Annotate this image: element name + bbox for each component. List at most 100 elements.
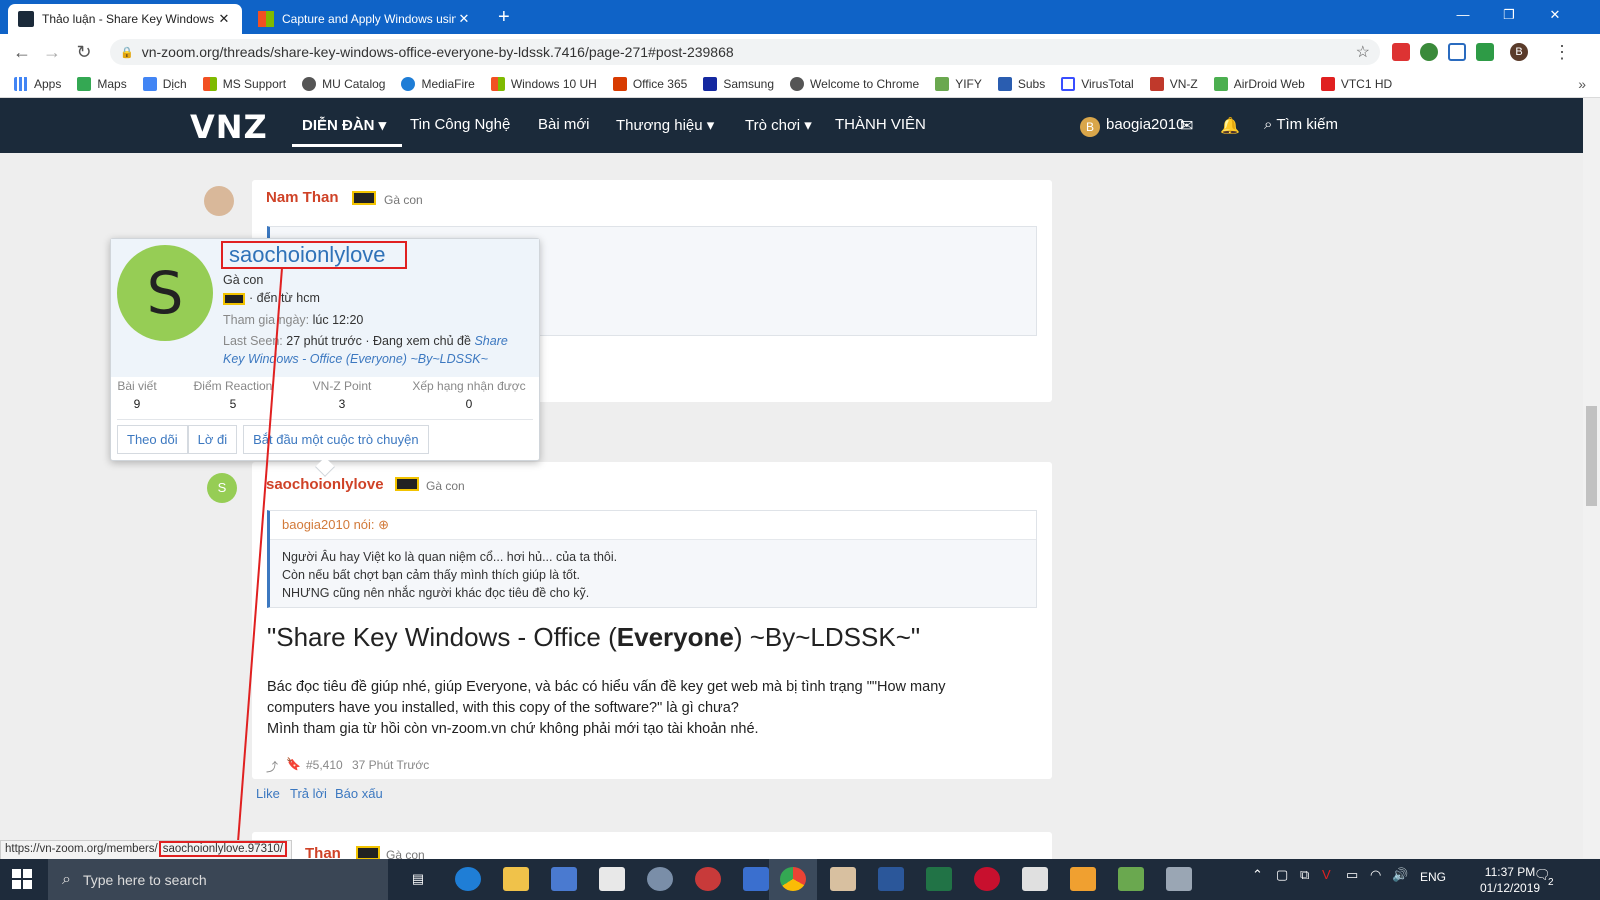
- follow-button[interactable]: Theo dõi: [117, 425, 188, 454]
- quote-author-link[interactable]: baogia2010 nói: ⊕: [270, 511, 1036, 540]
- nav-new-posts[interactable]: Bài mới: [538, 116, 590, 133]
- bookmark-item[interactable]: Subs: [997, 76, 1045, 91]
- ignore-button[interactable]: Lờ đi: [187, 425, 238, 454]
- thread-link[interactable]: Key Windows - Office (Everyone) ~By~LDSS…: [223, 352, 488, 366]
- bookmark-item[interactable]: MS Support: [202, 76, 286, 91]
- member-avatar[interactable]: S: [117, 245, 213, 341]
- reply-button[interactable]: Trả lời: [290, 786, 327, 801]
- account-avatar[interactable]: B: [1080, 117, 1100, 137]
- taskbar-search[interactable]: ⌕ Type here to search: [48, 859, 388, 900]
- start-conversation-button[interactable]: Bắt đầu một cuộc trò chuyện: [243, 425, 429, 454]
- post-time[interactable]: 37 Phút Trước: [352, 758, 429, 772]
- word-icon[interactable]: [878, 867, 904, 891]
- nav-forums[interactable]: DIỄN ĐÀN ▾: [302, 116, 386, 134]
- avatar[interactable]: [204, 186, 234, 216]
- inbox-icon[interactable]: ✉: [1180, 116, 1193, 136]
- wifi-icon[interactable]: ◠: [1370, 867, 1381, 883]
- language-indicator[interactable]: ENG: [1420, 870, 1446, 884]
- file-explorer-icon[interactable]: [503, 867, 529, 891]
- app-icon[interactable]: [1070, 867, 1096, 891]
- report-button[interactable]: Báo xấu: [335, 786, 383, 801]
- bookmark-item[interactable]: Office 365: [612, 76, 687, 91]
- app-icon[interactable]: [830, 867, 856, 891]
- nav-brands[interactable]: Thương hiệu ▾: [616, 116, 714, 134]
- app-icon[interactable]: [1166, 867, 1192, 891]
- tab-title: Thảo luận - Share Key Windows: [42, 12, 215, 26]
- taskbar-clock[interactable]: 11:37 PM 01/12/2019: [1480, 864, 1540, 896]
- nav-members[interactable]: THÀNH VIÊN: [835, 116, 926, 133]
- bookmark-star-icon[interactable]: ☆: [1356, 42, 1370, 62]
- bookmark-item[interactable]: Maps: [77, 76, 127, 91]
- settings-icon[interactable]: [647, 867, 673, 891]
- menu-kebab-icon[interactable]: ⋮: [1550, 40, 1574, 64]
- back-icon[interactable]: ←: [10, 40, 34, 64]
- bookmark-item[interactable]: VN-Z: [1149, 76, 1198, 91]
- restore-icon[interactable]: ❐: [1486, 0, 1532, 30]
- forward-icon[interactable]: →: [40, 40, 64, 64]
- minimize-icon[interactable]: —: [1440, 0, 1486, 30]
- app-icon[interactable]: [743, 867, 769, 891]
- close-window-icon[interactable]: ✕: [1532, 0, 1578, 30]
- bookmark-item[interactable]: VTC1 HD: [1320, 76, 1392, 91]
- bookmark-item[interactable]: Apps: [14, 76, 61, 91]
- extension-icon[interactable]: [1448, 43, 1466, 61]
- like-button[interactable]: Like: [256, 786, 280, 801]
- bookmark-item[interactable]: Dịch: [142, 76, 187, 91]
- bell-icon[interactable]: 🔔: [1220, 116, 1240, 136]
- chrome-icon[interactable]: [780, 867, 806, 891]
- new-tab-button[interactable]: +: [498, 6, 510, 29]
- bookmark-item[interactable]: AirDroid Web: [1213, 76, 1305, 91]
- post-author[interactable]: saochoionlylove: [266, 476, 384, 493]
- close-tab-icon[interactable]: ✕: [456, 11, 472, 27]
- bookmark-item[interactable]: YIFY: [935, 76, 982, 91]
- battery-icon[interactable]: ▭: [1346, 867, 1358, 883]
- close-tab-icon[interactable]: ✕: [216, 11, 232, 27]
- profile-avatar[interactable]: B: [1510, 43, 1528, 61]
- bookmark-item[interactable]: Windows 10 UH: [490, 76, 597, 91]
- volume-icon[interactable]: 🔊: [1392, 867, 1408, 883]
- windows-start-icon[interactable]: [12, 869, 32, 889]
- tray-icon[interactable]: V: [1322, 867, 1331, 882]
- tray-icon[interactable]: ▢: [1276, 867, 1288, 883]
- store-icon[interactable]: [551, 867, 577, 891]
- app-icon[interactable]: [1118, 867, 1144, 891]
- app-icon[interactable]: [974, 867, 1000, 891]
- edge-icon[interactable]: [455, 867, 481, 891]
- bookmark-item[interactable]: Samsung: [703, 76, 774, 91]
- globe-icon: [790, 76, 805, 91]
- share-icon[interactable]: ⤴: [266, 758, 278, 775]
- reload-icon[interactable]: ↻: [72, 40, 96, 64]
- member-username[interactable]: saochoionlylove: [221, 241, 407, 269]
- extension-icon[interactable]: [1420, 43, 1438, 61]
- bookmark-item[interactable]: Welcome to Chrome: [790, 76, 919, 91]
- nav-tech-news[interactable]: Tin Công Nghệ: [410, 116, 510, 133]
- bookmark-item[interactable]: MediaFire: [401, 76, 475, 91]
- post-number[interactable]: #5,410: [306, 758, 343, 772]
- thread-link[interactable]: Share: [474, 334, 507, 348]
- search-button[interactable]: ⌕ Tìm kiếm: [1264, 116, 1338, 133]
- bookmark-icon[interactable]: 🔖: [286, 757, 301, 771]
- address-bar[interactable]: 🔒 vn-zoom.org/threads/share-key-windows-…: [110, 39, 1380, 65]
- project-icon[interactable]: [926, 867, 952, 891]
- tab-active[interactable]: Thảo luận - Share Key Windows ✕: [8, 4, 242, 34]
- scrollbar-thumb[interactable]: [1586, 406, 1597, 506]
- app-icon[interactable]: [695, 867, 721, 891]
- task-view-icon[interactable]: ▤: [405, 867, 431, 891]
- avatar[interactable]: S: [207, 473, 237, 503]
- windows-taskbar: ⌕ Type here to search ▤ ⌃ ▢ ⧉ V ▭ ◠ 🔊 ENG…: [0, 859, 1600, 900]
- post-author[interactable]: Nam Than: [266, 189, 339, 206]
- bookmarks-overflow-icon[interactable]: »: [1578, 76, 1586, 92]
- nav-games[interactable]: Trò chơi ▾: [745, 116, 812, 134]
- app-icon[interactable]: [1022, 867, 1048, 891]
- tray-icon[interactable]: ⧉: [1300, 867, 1309, 883]
- shield-icon[interactable]: [1476, 43, 1494, 61]
- bookmark-item[interactable]: MU Catalog: [302, 76, 385, 91]
- account-username[interactable]: baogia2010: [1106, 116, 1184, 133]
- stat-reactions: Điểm Reaction 5: [193, 379, 273, 411]
- mail-icon[interactable]: [599, 867, 625, 891]
- bookmark-item[interactable]: VirusTotal: [1061, 76, 1134, 91]
- chevron-up-icon[interactable]: ⌃: [1252, 867, 1263, 883]
- site-logo[interactable]: VNZ: [190, 108, 268, 146]
- tab-inactive[interactable]: Capture and Apply Windows usin ✕: [248, 4, 482, 34]
- extension-icon[interactable]: [1392, 43, 1410, 61]
